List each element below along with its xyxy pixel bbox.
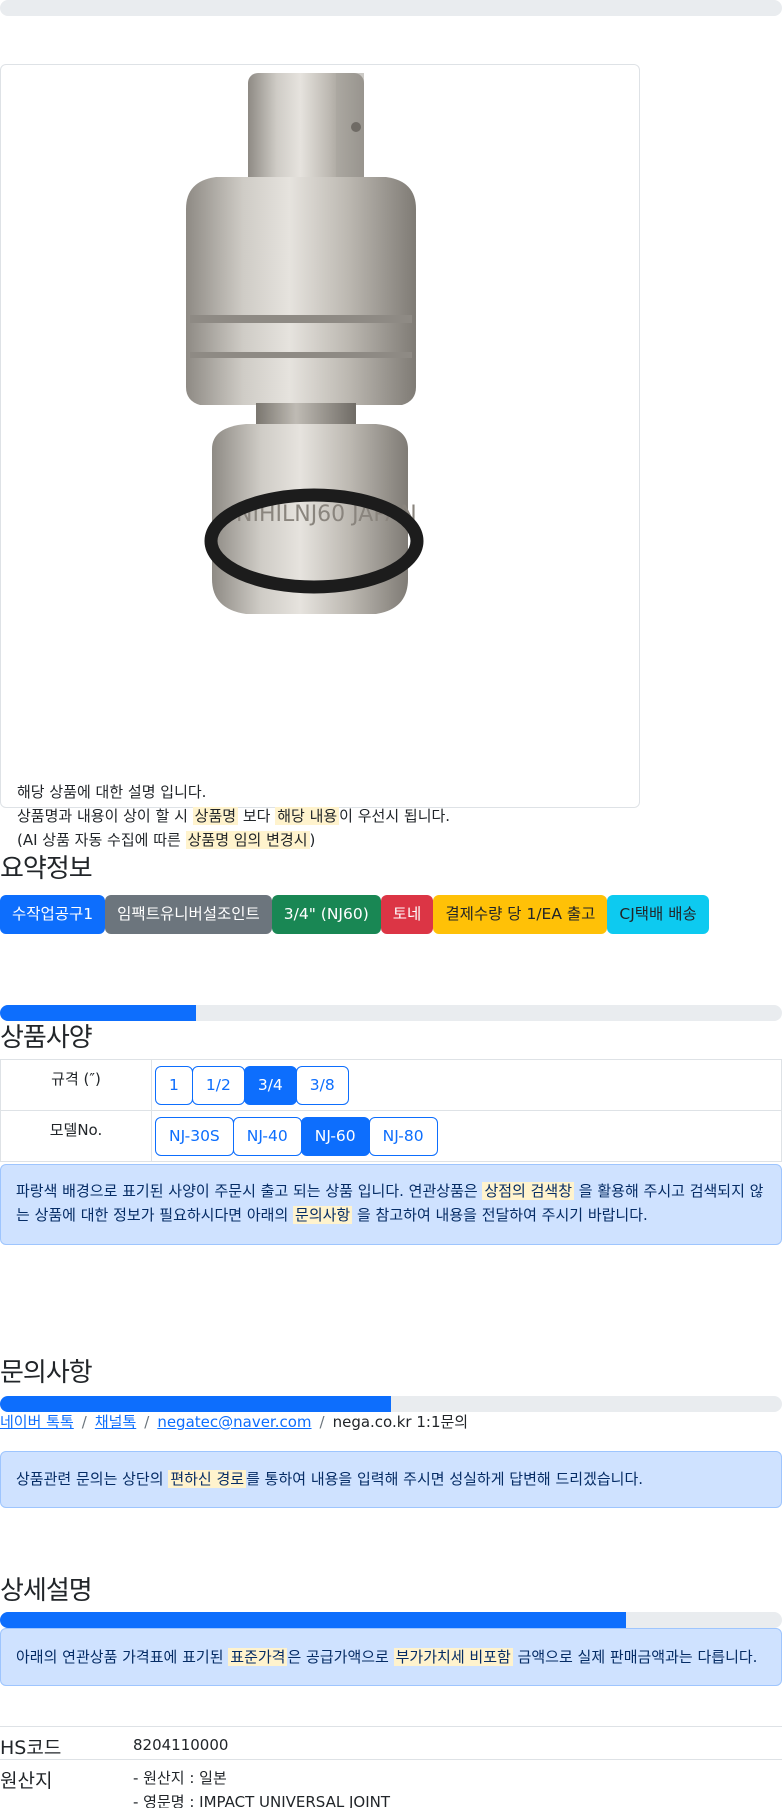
detail-progress-bar bbox=[0, 1612, 782, 1628]
summary-badge: 임팩트유니버설조인트 bbox=[105, 895, 272, 934]
spec-progress-bar bbox=[0, 1005, 782, 1021]
origin-row: 원산지 - 원산지 : 일본 - 영문명 : IMPACT UNIVERSAL … bbox=[0, 1759, 782, 1808]
spec-option-button[interactable]: 1 bbox=[155, 1065, 193, 1105]
channel-talk-link[interactable]: 채널톡 bbox=[95, 1413, 136, 1431]
spec-alert: 파랑색 배경으로 표기된 사양이 주문시 출고 되는 상품 입니다. 연관상품은… bbox=[0, 1164, 782, 1245]
inquiry-alert: 상품관련 문의는 상단의 편하신 경로 를 통하여 내용을 입력해 주시면 성실하… bbox=[0, 1451, 782, 1508]
product-note: 해당 상품에 대한 설명 입니다. 상품명과 내용이 상이 할 시 상품명 보다… bbox=[17, 780, 450, 852]
spec-option-button[interactable]: 1/2 bbox=[191, 1065, 245, 1105]
spec-label: 모델No. bbox=[0, 1110, 152, 1162]
spec-options: NJ-30S NJ-40 NJ-60 NJ-80 bbox=[151, 1110, 782, 1162]
inquiry-progress-bar bbox=[0, 1396, 782, 1412]
email-link[interactable]: negatec@naver.com bbox=[157, 1413, 311, 1431]
site-inquiry-text: nega.co.kr 1:1문의 bbox=[332, 1413, 469, 1431]
summary-badge: 토네 bbox=[380, 895, 434, 934]
spec-option-button[interactable]: 3/8 bbox=[295, 1065, 349, 1105]
spec-option-button[interactable]: NJ-30S bbox=[155, 1116, 234, 1156]
note-line-2: 상품명과 내용이 상이 할 시 상품명 보다 해당 내용 이 우선시 됩니다. bbox=[17, 807, 451, 825]
spec-title: 상품사양 bbox=[0, 1023, 93, 1053]
contact-links: 네이버 톡톡 / 채널톡 / negatec@naver.com / nega.co.kr … bbox=[0, 1413, 469, 1431]
detail-progress-fill bbox=[0, 1612, 626, 1628]
detail-alert: 아래의 연관상품 가격표에 표기된 표준가격 은 공급가액으로 부가가치세 비포함… bbox=[0, 1628, 782, 1686]
spec-option-button[interactable]: NJ-40 bbox=[232, 1116, 302, 1156]
naver-talk-link[interactable]: 네이버 톡톡 bbox=[0, 1413, 74, 1431]
hs-code-row: HS코드 8204110000 bbox=[0, 1726, 782, 1759]
product-card: NIHILNJ60 JAPAN 해당 상품에 대한 설명 입니다. 상품명과 내… bbox=[0, 64, 640, 849]
summary-title: 요약정보 bbox=[0, 854, 93, 884]
summary-badge: CJ택배 배송 bbox=[607, 895, 709, 934]
detail-title: 상세설명 bbox=[0, 1576, 93, 1606]
top-progress-bar bbox=[0, 0, 782, 16]
spec-option-button[interactable]: NJ-80 bbox=[368, 1116, 438, 1156]
summary-badge: 3/4" (NJ60) bbox=[271, 895, 381, 934]
summary-badge: 수작업공구1 bbox=[0, 895, 106, 934]
hs-code-label: HS코드 bbox=[0, 1737, 62, 1759]
spec-option-button[interactable]: 3/4 bbox=[243, 1065, 297, 1105]
inquiry-progress-fill bbox=[0, 1396, 391, 1412]
spec-row: 규격 (″) 1 1/2 3/4 3/8 bbox=[0, 1059, 782, 1111]
spec-label: 규격 (″) bbox=[0, 1059, 152, 1111]
spec-table: 규격 (″) 1 1/2 3/4 3/8 모델No. NJ-30S NJ-40 NJ-60 NJ-… bbox=[0, 1059, 782, 1162]
origin-label: 원산지 bbox=[0, 1770, 53, 1792]
spec-option-button[interactable]: NJ-60 bbox=[300, 1116, 370, 1156]
summary-badge: 결제수량 당 1/EA 출고 bbox=[433, 895, 608, 934]
summary-badges: 수작업공구1 임팩트유니버설조인트 3/4" (NJ60) 토네 결제수량 당 1/EA… bbox=[0, 895, 709, 934]
spec-row: 모델No. NJ-30S NJ-40 NJ-60 NJ-80 bbox=[0, 1110, 782, 1162]
spec-options: 1 1/2 3/4 3/8 bbox=[151, 1059, 782, 1111]
note-line-1: 해당 상품에 대한 설명 입니다. bbox=[17, 783, 207, 801]
origin-value: - 원산지 : 일본 - 영문명 : IMPACT UNIVERSAL JOIN… bbox=[133, 1769, 391, 1808]
hs-code-value: 8204110000 bbox=[133, 1736, 229, 1754]
product-image: NIHILNJ60 JAPAN bbox=[186, 73, 424, 614]
inquiry-title: 문의사항 bbox=[0, 1358, 93, 1388]
